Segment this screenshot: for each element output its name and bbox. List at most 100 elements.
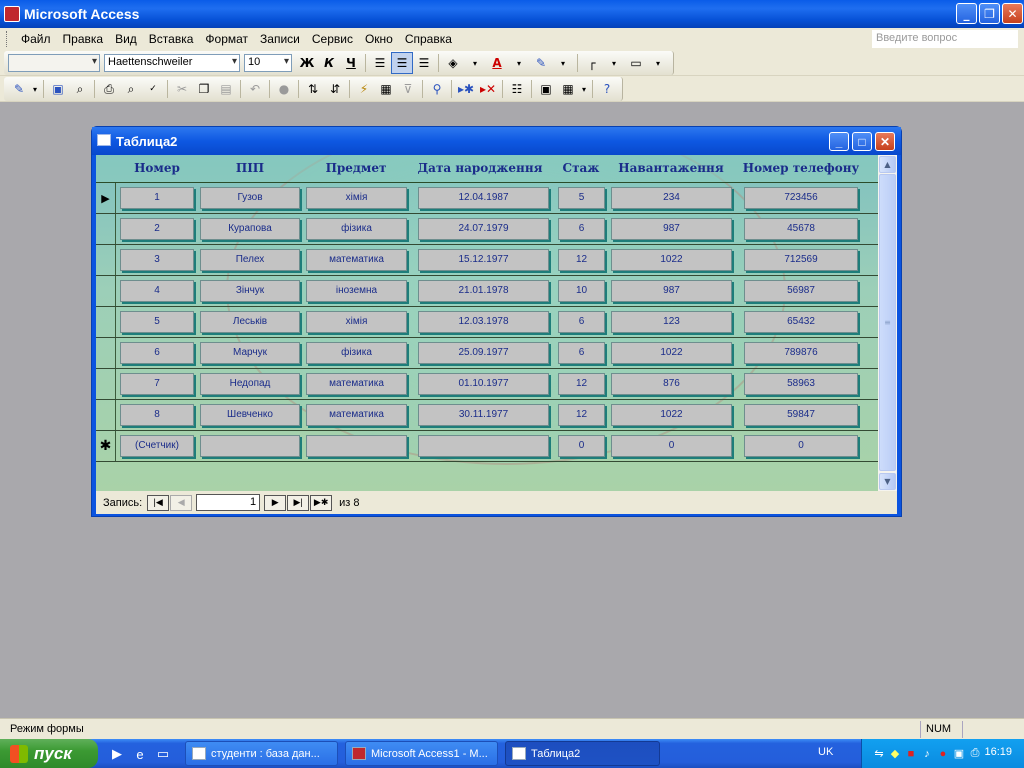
volume-icon[interactable]: ♪ [920,747,934,761]
view-dropdown-icon[interactable]: ▾ [30,78,40,100]
view-icon[interactable]: ✎ [8,78,30,100]
name-field[interactable]: Шевченко [200,404,300,426]
number-field[interactable]: 3 [120,249,194,271]
restore-button[interactable]: ❐ [979,3,1000,24]
apply-filter-icon[interactable]: ⊽ [397,78,419,100]
birthdate-field[interactable]: 30.11.1977 [418,404,549,426]
last-record-icon[interactable]: ▶| [287,494,310,511]
task-students-db[interactable]: студенти : база дан... [185,741,338,766]
new-object-dropdown-icon[interactable]: ▾ [579,78,589,100]
experience-field[interactable]: 5 [558,187,605,209]
subject-field[interactable]: фізика [306,218,407,240]
experience-field[interactable]: 12 [558,249,605,271]
record-selector[interactable] [96,307,116,337]
subject-field[interactable]: іноземна [306,280,407,302]
menu-insert[interactable]: Вставка [143,30,200,48]
subject-field[interactable]: фізика [306,342,407,364]
experience-field[interactable]: 12 [558,404,605,426]
print-preview-icon[interactable]: ⌕ [120,78,142,100]
line-color-dropdown-icon[interactable]: ▾ [552,52,574,74]
name-field[interactable]: Недопад [200,373,300,395]
phone-field[interactable]: 65432 [744,311,858,333]
record-selector[interactable] [96,369,116,399]
form-close-button[interactable]: ✕ [875,132,895,151]
media-player-icon[interactable]: ▶ [108,745,126,763]
hyperlink-icon[interactable]: ● [273,78,295,100]
underline-button[interactable]: Ч [340,52,362,74]
load-field[interactable]: 987 [611,218,732,240]
record-number-input[interactable]: 1 [196,494,261,511]
save-icon[interactable]: ▣ [47,78,69,100]
menu-records[interactable]: Записи [254,30,306,48]
birthdate-field[interactable]: 12.04.1987 [418,187,549,209]
undo-icon[interactable]: ↶ [244,78,266,100]
load-field[interactable]: 234 [611,187,732,209]
sort-ascending-icon[interactable]: ⇅ [302,78,324,100]
database-window-icon[interactable]: ▣ [535,78,557,100]
number-field[interactable]: 1 [120,187,194,209]
monitor-icon[interactable]: ▣ [952,747,966,761]
properties-icon[interactable]: ☷ [506,78,528,100]
object-combo[interactable] [8,54,100,72]
phone-field[interactable]: 45678 [744,218,858,240]
show-desktop-icon[interactable]: ▭ [154,745,172,763]
italic-button[interactable]: К [318,52,340,74]
scroll-thumb[interactable]: ≡ [879,174,896,471]
number-field[interactable]: 8 [120,404,194,426]
delete-record-icon[interactable]: ▸✕ [477,78,499,100]
ask-question-box[interactable]: Введите вопрос [872,30,1018,48]
record-selector[interactable] [96,400,116,430]
fill-color-icon[interactable]: ◈ [442,52,464,74]
menu-help[interactable]: Справка [399,30,458,48]
number-field[interactable]: 2 [120,218,194,240]
name-field[interactable]: Гузов [200,187,300,209]
record-selector[interactable] [96,214,116,244]
number-field[interactable]: 6 [120,342,194,364]
new-object-icon[interactable]: ▦ [557,78,579,100]
task-access1[interactable]: Microsoft Access1 - M... [345,741,498,766]
print-icon[interactable]: ⎙ [98,78,120,100]
experience-field[interactable]: 10 [558,280,605,302]
sort-descending-icon[interactable]: ⇵ [324,78,346,100]
line-width-dropdown-icon[interactable]: ▾ [647,52,669,74]
network-icon[interactable]: ⇋ [872,747,886,761]
load-field[interactable]: 1022 [611,249,732,271]
birthdate-field[interactable]: 24.07.1979 [418,218,549,240]
paste-icon[interactable]: ▤ [215,78,237,100]
copy-icon[interactable]: ❐ [193,78,215,100]
close-button[interactable]: ✕ [1002,3,1023,24]
line-color-icon[interactable]: ✎ [530,52,552,74]
experience-field[interactable]: 6 [558,311,605,333]
font-color-dropdown-icon[interactable]: ▾ [508,52,530,74]
number-field[interactable]: 7 [120,373,194,395]
bold-button[interactable]: Ж [296,52,318,74]
menu-view[interactable]: Вид [109,30,143,48]
load-field[interactable]: 987 [611,280,732,302]
file-search-icon[interactable]: ⌕ [69,78,91,100]
first-record-icon[interactable]: |◀ [147,494,170,511]
record-selector[interactable] [96,276,116,306]
phone-field[interactable]: 723456 [744,187,858,209]
menu-tools[interactable]: Сервис [306,30,359,48]
form-maximize-button[interactable]: □ [852,132,872,151]
experience-field[interactable]: 12 [558,373,605,395]
scroll-up-icon[interactable]: ▲ [879,156,896,173]
border-dropdown-icon[interactable]: ▾ [603,52,625,74]
form-minimize-button[interactable]: _ [829,132,849,151]
vertical-scrollbar[interactable]: ▲ ≡ ▼ [878,155,897,491]
next-record-icon[interactable]: ▶ [264,494,287,511]
phone-field[interactable]: 59847 [744,404,858,426]
record-selector[interactable]: ▶ [96,183,116,213]
internet-explorer-icon[interactable]: e [131,745,149,763]
access-app-icon[interactable] [4,6,20,22]
security-icon[interactable]: ◆ [888,747,902,761]
font-size-combo[interactable]: 10 [244,54,292,72]
font-color-icon[interactable]: A [486,52,508,74]
minimize-button[interactable]: _ [956,3,977,24]
task-table2[interactable]: Таблица2 [505,741,660,766]
align-left-icon[interactable]: ☰ [369,52,391,74]
menu-grip[interactable] [6,31,9,47]
menu-file[interactable]: Файл [15,30,57,48]
find-icon[interactable]: ⚲ [426,78,448,100]
birthdate-field[interactable] [418,435,549,457]
